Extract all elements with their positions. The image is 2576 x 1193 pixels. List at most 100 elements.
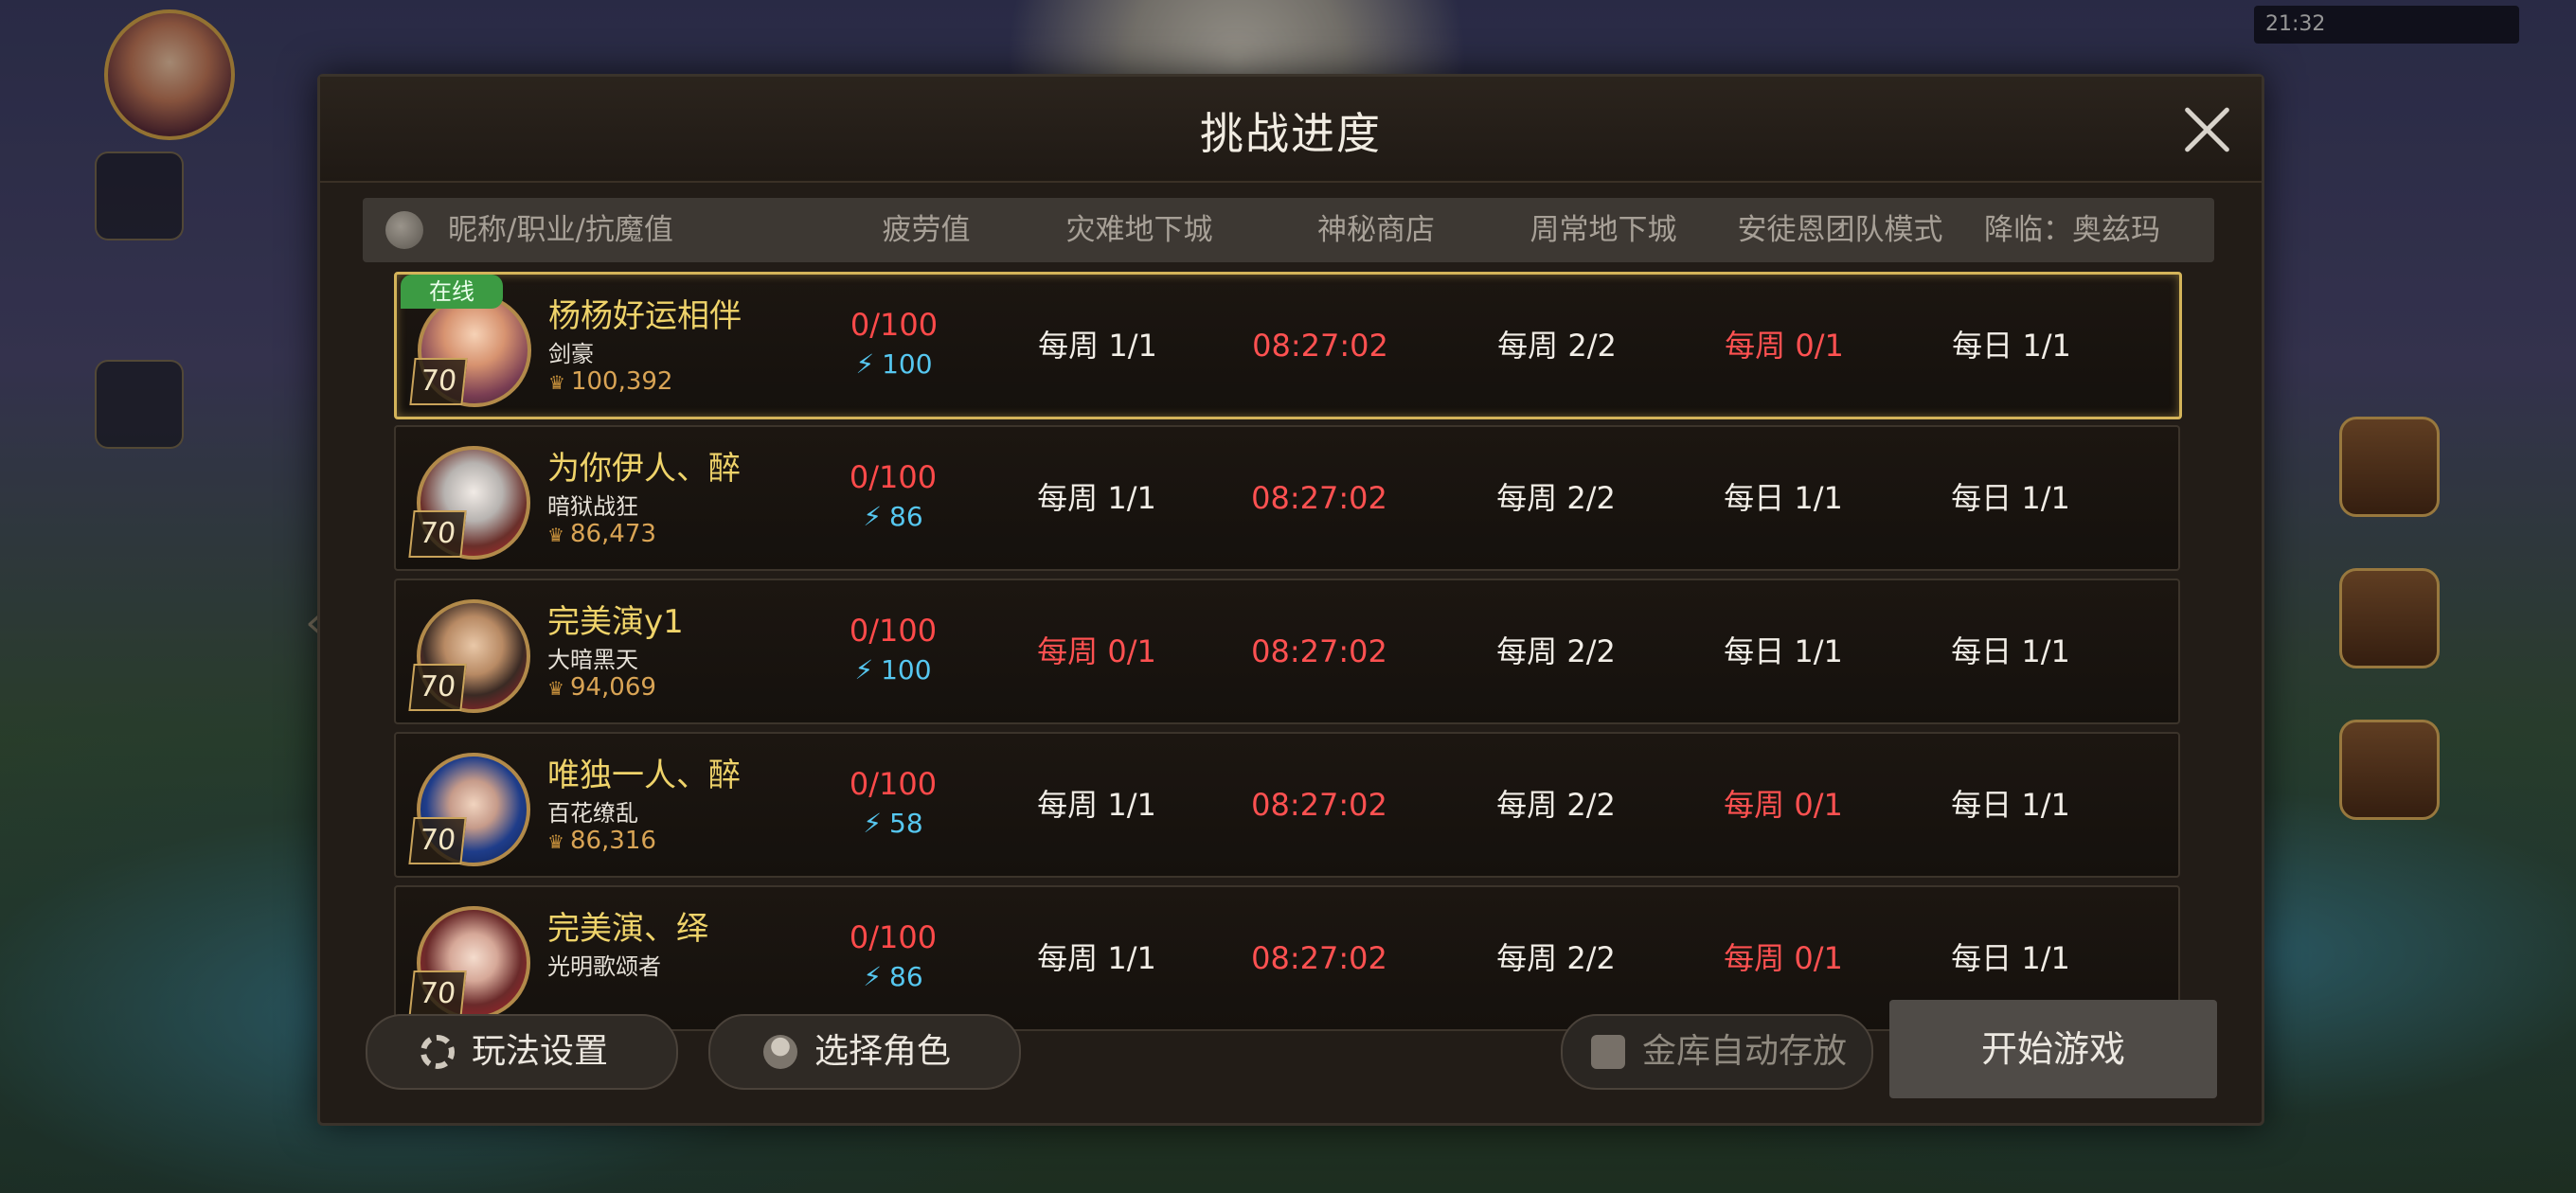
shop-timer: 08:27:02 [1251,940,1387,976]
start-game-button[interactable]: 开始游戏 [1889,1000,2217,1098]
vault-auto-store-button[interactable]: 金库自动存放 [1561,1014,1873,1090]
anti-magic-value: ♛ 86,473 [547,520,656,548]
weekly-status: 每周 2/2 [1496,787,1616,823]
vault-icon [1591,1035,1625,1069]
character-job: 剑豪 [548,341,594,367]
shop-timer: 08:27:02 [1251,633,1387,669]
energy-value: ⚡ 58 [813,808,974,839]
online-badge: 在线 [401,275,503,309]
col-antoine-raid: 安徒恩团队模式 [1737,213,1943,247]
character-name: 唯独一人、醉 [547,757,741,794]
character-row[interactable]: 在线 70 杨杨好运相伴 剑豪 ♛ 100,392 0/100 ⚡ 100 每周 1… [394,272,2182,419]
ozma-status: 每日 1/1 [1952,328,2071,364]
antoine-status: 每日 1/1 [1724,480,1843,516]
character-row[interactable]: 70 唯独一人、醉 百花缭乱 ♛ 86,316 0/100 ⚡ 58 每周 1/1 … [394,732,2180,878]
energy-number: 86 [889,501,923,532]
gear-icon [420,1035,455,1069]
fatigue-value: 0/100 [850,307,939,343]
power-value: 100,392 [570,367,673,396]
lightning-icon: ⚡ [855,348,875,380]
character-icon [763,1035,797,1069]
select-character-button[interactable]: 选择角色 [708,1014,1021,1090]
energy-number: 58 [889,808,923,839]
col-disaster-dungeon: 灾难地下城 [1065,213,1213,247]
character-job: 百花缭乱 [547,800,638,827]
col-fatigue: 疲劳值 [882,213,971,247]
energy-number: 100 [882,348,933,380]
energy-number: 100 [881,654,932,686]
close-button[interactable] [2180,103,2233,156]
energy-value: ⚡ 100 [814,348,975,380]
disaster-status: 每周 1/1 [1037,787,1156,823]
fatigue-value: 0/100 [849,459,938,495]
antoine-status: 每周 0/1 [1724,787,1843,823]
character-job: 光明歌颂者 [547,953,661,980]
lightning-icon: ⚡ [854,654,874,686]
disaster-status: 每周 1/1 [1037,480,1156,516]
energy-value: ⚡ 100 [813,654,974,686]
select-role-label: 选择角色 [814,1032,952,1071]
level-badge: 70 [408,970,467,1018]
weekly-status: 每周 2/2 [1496,480,1616,516]
antoine-status: 每周 0/1 [1725,328,1844,364]
character-job: 大暗黑天 [547,647,638,673]
antoine-status: 每周 0/1 [1724,940,1843,976]
character-job: 暗狱战狂 [547,493,638,520]
dialog-title-bar: 挑战进度 [320,77,2262,183]
level-badge: 70 [408,510,467,558]
level-badge: 70 [409,358,468,405]
character-row[interactable]: 70 完美演y1 大暗黑天 ♛ 94,069 0/100 ⚡ 100 每周 0/1 … [394,579,2180,724]
lightning-icon: ⚡ [863,808,883,839]
weekly-status: 每周 2/2 [1496,633,1616,669]
ozma-status: 每日 1/1 [1951,480,2070,516]
energy-number: 86 [889,961,923,992]
character-list[interactable]: 在线 70 杨杨好运相伴 剑豪 ♛ 100,392 0/100 ⚡ 100 每周 1… [394,272,2184,1058]
energy-value: ⚡ 86 [813,961,974,992]
energy-value: ⚡ 86 [813,501,974,532]
col-ozma: 降临：奥兹玛 [1984,213,2160,247]
ozma-status: 每日 1/1 [1951,787,2070,823]
fatigue-value: 0/100 [849,613,938,649]
fatigue-value: 0/100 [849,766,938,802]
lightning-icon: ⚡ [863,961,883,992]
gameplay-settings-button[interactable]: 玩法设置 [366,1014,678,1090]
crown-icon: ♛ [547,524,564,546]
fatigue-value: 0/100 [849,919,938,955]
disaster-status: 每周 1/1 [1037,940,1156,976]
shop-timer: 08:27:02 [1251,787,1387,823]
col-mystic-shop: 神秘商店 [1317,213,1435,247]
character-name: 完美演y1 [547,603,684,641]
settings-label: 玩法设置 [472,1032,609,1071]
level-badge: 70 [408,664,467,711]
character-column-icon [385,211,423,249]
disaster-status: 每周 0/1 [1037,633,1156,669]
power-value: 94,069 [569,673,656,702]
shop-timer: 08:27:02 [1252,328,1388,364]
anti-magic-value: ♛ 86,316 [547,827,656,855]
weekly-status: 每周 2/2 [1496,940,1616,976]
antoine-status: 每日 1/1 [1724,633,1843,669]
dialog-title: 挑战进度 [1200,108,1382,159]
disaster-status: 每周 1/1 [1038,328,1157,364]
weekly-status: 每周 2/2 [1497,328,1617,364]
col-character: 昵称/职业/抗魔值 [448,213,673,247]
lightning-icon: ⚡ [863,501,883,532]
power-value: 86,316 [569,827,656,855]
character-name: 为你伊人、醉 [547,450,741,488]
character-row[interactable]: 70 为你伊人、醉 暗狱战狂 ♛ 86,473 0/100 ⚡ 86 每周 1/1 … [394,425,2180,571]
shop-timer: 08:27:02 [1251,480,1387,516]
level-badge: 70 [408,817,467,864]
anti-magic-value: ♛ 100,392 [548,367,672,396]
character-name: 杨杨好运相伴 [548,297,742,335]
character-name: 完美演、绎 [547,910,708,948]
crown-icon: ♛ [548,371,565,394]
challenge-progress-dialog: 挑战进度 昵称/职业/抗魔值 疲劳值 灾难地下城 神秘商店 周常地下城 安徒恩团… [317,74,2264,1126]
vault-auto-label: 金库自动存放 [1642,1032,1848,1071]
ozma-status: 每日 1/1 [1951,633,2070,669]
table-header: 昵称/职业/抗魔值 疲劳值 灾难地下城 神秘商店 周常地下城 安徒恩团队模式 降… [363,198,2214,262]
anti-magic-value: ♛ 94,069 [547,673,656,702]
col-weekly-dungeon: 周常地下城 [1530,213,1677,247]
power-value: 86,473 [569,520,656,548]
crown-icon: ♛ [547,677,564,700]
crown-icon: ♛ [547,830,564,853]
